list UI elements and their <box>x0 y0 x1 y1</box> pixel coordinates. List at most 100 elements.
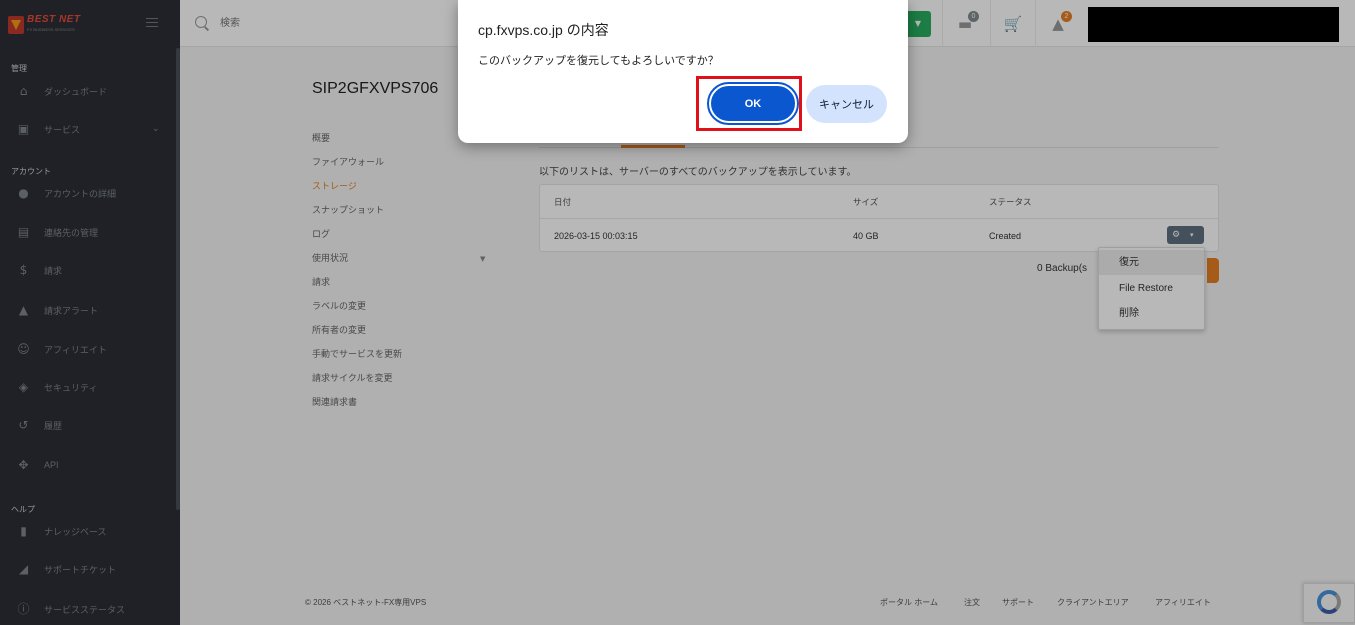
create-backup-button[interactable] <box>1207 258 1219 283</box>
nav-snapshot[interactable]: スナップショット <box>312 203 384 216</box>
section-manage: 管理 <box>11 64 27 73</box>
sidebar-item-security[interactable]: ◈ セキュリティ <box>0 374 176 400</box>
sidebar-item-label: サポートチケット <box>44 564 117 575</box>
footer-link-portal-home[interactable]: ポータル ホーム <box>880 597 938 608</box>
history-icon: ↺ <box>18 417 29 432</box>
sidebar-item-billing[interactable]: $ 請求 <box>0 257 176 283</box>
sidebar-item-label: アフィリエイト <box>44 344 107 355</box>
sidebar-item-service-status[interactable]: ⓘ サービスステータス <box>0 596 176 622</box>
sidebar-item-billing-alerts[interactable]: ▲ 請求アラート <box>0 297 176 323</box>
sidebar-item-label: サービス <box>44 124 81 135</box>
cart-button[interactable]: 🛒 <box>990 0 1035 47</box>
nav-related-invoices[interactable]: 関連請求書 <box>312 395 357 408</box>
row-divider <box>540 218 1218 219</box>
sidebar-item-label: 連絡先の管理 <box>44 227 99 238</box>
section-account: アカウント <box>11 167 51 176</box>
chevron-down-icon: ⌄ <box>152 124 160 134</box>
api-icon: ✥ <box>18 457 29 472</box>
sidebar-item-label: 請求アラート <box>44 305 99 316</box>
dialog-title: cp.fxvps.co.jp の内容 <box>478 22 609 38</box>
menu-item-file-restore[interactable]: File Restore <box>1099 276 1204 301</box>
hamburger-menu-icon[interactable] <box>146 18 158 27</box>
tickets-button[interactable]: ▬ 0 <box>942 0 987 47</box>
contacts-icon: ▤ <box>17 224 30 239</box>
recaptcha-badge[interactable] <box>1303 583 1355 623</box>
shield-icon: ◈ <box>18 379 29 394</box>
search-icon[interactable] <box>195 16 207 28</box>
footer-link-support[interactable]: サポート <box>1002 597 1034 608</box>
logo-text: BEST NET <box>27 14 81 25</box>
sidebar-item-history[interactable]: ↺ 履歴 <box>0 412 176 438</box>
section-help: ヘルプ <box>11 505 35 514</box>
tickets-badge: 0 <box>968 11 979 22</box>
logo[interactable]: BEST NET FX BUSINESS SERVICES <box>8 14 80 36</box>
bell-icon: ▲ <box>18 302 29 317</box>
footer-link-client-area[interactable]: クライアントエリア <box>1057 597 1129 608</box>
user-plus-icon: ☺ <box>17 341 30 356</box>
tab-active-indicator <box>621 145 685 148</box>
logo-icon <box>8 16 24 34</box>
nav-storage[interactable]: ストレージ <box>312 179 357 192</box>
column-header-size: サイズ <box>853 197 879 207</box>
sidebar-item-affiliate[interactable]: ☺ アフィリエイト <box>0 336 176 362</box>
column-header-status: ステータス <box>989 197 1032 207</box>
footer-link-affiliate[interactable]: アフィリエイト <box>1155 597 1211 608</box>
ok-button[interactable]: OK <box>707 82 799 125</box>
user-menu-redacted[interactable] <box>1088 7 1339 42</box>
info-icon: ⓘ <box>17 601 30 616</box>
backup-size: 40 GB <box>853 231 879 241</box>
user-icon: ● <box>18 185 29 200</box>
footer-copyright: © 2026 ベストネット-FX専用VPS <box>305 598 427 607</box>
nav-change-label[interactable]: ラベルの変更 <box>312 299 366 312</box>
chevron-down-icon[interactable]: ▼ <box>480 255 485 263</box>
nav-firewall[interactable]: ファイアウォール <box>312 155 384 168</box>
sidebar-item-services[interactable]: ▣ サービス ⌄ <box>0 116 176 142</box>
backups-count: 0 Backup(s <box>1037 263 1088 274</box>
sidebar: BEST NET FX BUSINESS SERVICES 管理 ⌂ ダッシュボー… <box>0 0 180 625</box>
book-icon: ▮ <box>20 523 27 538</box>
dialog-message: このバックアップを復元してもよろしいですか？ <box>478 55 719 67</box>
logo-subtext: FX BUSINESS SERVICES <box>27 27 75 32</box>
home-icon: ⌂ <box>19 83 28 98</box>
backup-status: Created <box>989 231 1022 241</box>
sidebar-item-label: API <box>44 460 59 470</box>
menu-item-delete[interactable]: 削除 <box>1099 301 1204 326</box>
notifications-button[interactable]: ▲ 2 <box>1035 0 1080 47</box>
menu-item-restore[interactable]: 復元 <box>1099 250 1204 275</box>
backup-list-description: 以下のリストは、サーバーのすべてのバックアップを表示しています。 <box>539 167 857 178</box>
cancel-button[interactable]: キャンセル <box>806 85 887 123</box>
services-icon: ▣ <box>17 121 30 136</box>
sidebar-item-label: サービスステータス <box>44 604 126 615</box>
nav-change-owner[interactable]: 所有者の変更 <box>312 323 366 336</box>
sidebar-item-dashboard[interactable]: ⌂ ダッシュボード <box>0 78 176 104</box>
sidebar-item-api[interactable]: ✥ API <box>0 452 176 478</box>
sidebar-item-label: ナレッジベース <box>44 526 107 537</box>
recaptcha-icon <box>1317 590 1341 614</box>
nav-log[interactable]: ログ <box>312 227 330 240</box>
footer-link-order[interactable]: 注文 <box>964 597 980 608</box>
nav-usage[interactable]: 使用状況 <box>312 251 348 264</box>
page-title: SIP2GFXVPS706 <box>312 80 439 97</box>
backup-date: 2026-03-15 00:03:15 <box>554 231 638 241</box>
sidebar-item-account-details[interactable]: ● アカウントの詳細 <box>0 180 176 206</box>
caret-down-icon: ▾ <box>1190 231 1194 239</box>
backup-actions-dropdown: 復元 File Restore 削除 <box>1098 247 1205 330</box>
sidebar-item-label: アカウントの詳細 <box>44 188 117 199</box>
sidebar-item-knowledgebase[interactable]: ▮ ナレッジベース <box>0 518 176 544</box>
sidebar-item-label: 請求 <box>44 265 63 276</box>
nav-manual-renew[interactable]: 手動でサービスを更新 <box>312 347 402 360</box>
backup-table: 日付 サイズ ステータス 2026-03-15 00:03:15 40 GB C… <box>539 184 1219 252</box>
green-dropdown-button[interactable]: ▼ <box>905 11 931 37</box>
sidebar-item-label: 履歴 <box>44 420 63 431</box>
dollar-icon: $ <box>19 262 28 277</box>
sidebar-item-label: ダッシュボード <box>44 86 108 97</box>
nav-change-billing-cycle[interactable]: 請求サイクルを変更 <box>312 371 393 384</box>
confirm-dialog: cp.fxvps.co.jp の内容 このバックアップを復元してもよろしいですか… <box>458 0 908 143</box>
gear-icon: ⚙ <box>1172 230 1181 240</box>
sidebar-item-contacts[interactable]: ▤ 連絡先の管理 <box>0 219 176 245</box>
nav-overview[interactable]: 概要 <box>312 131 330 144</box>
backup-actions-button[interactable]: ⚙ ▾ <box>1167 226 1204 244</box>
sidebar-item-support-tickets[interactable]: ◢ サポートチケット <box>0 556 176 582</box>
ticket-icon: ◢ <box>18 561 29 576</box>
nav-billing[interactable]: 請求 <box>312 275 330 288</box>
